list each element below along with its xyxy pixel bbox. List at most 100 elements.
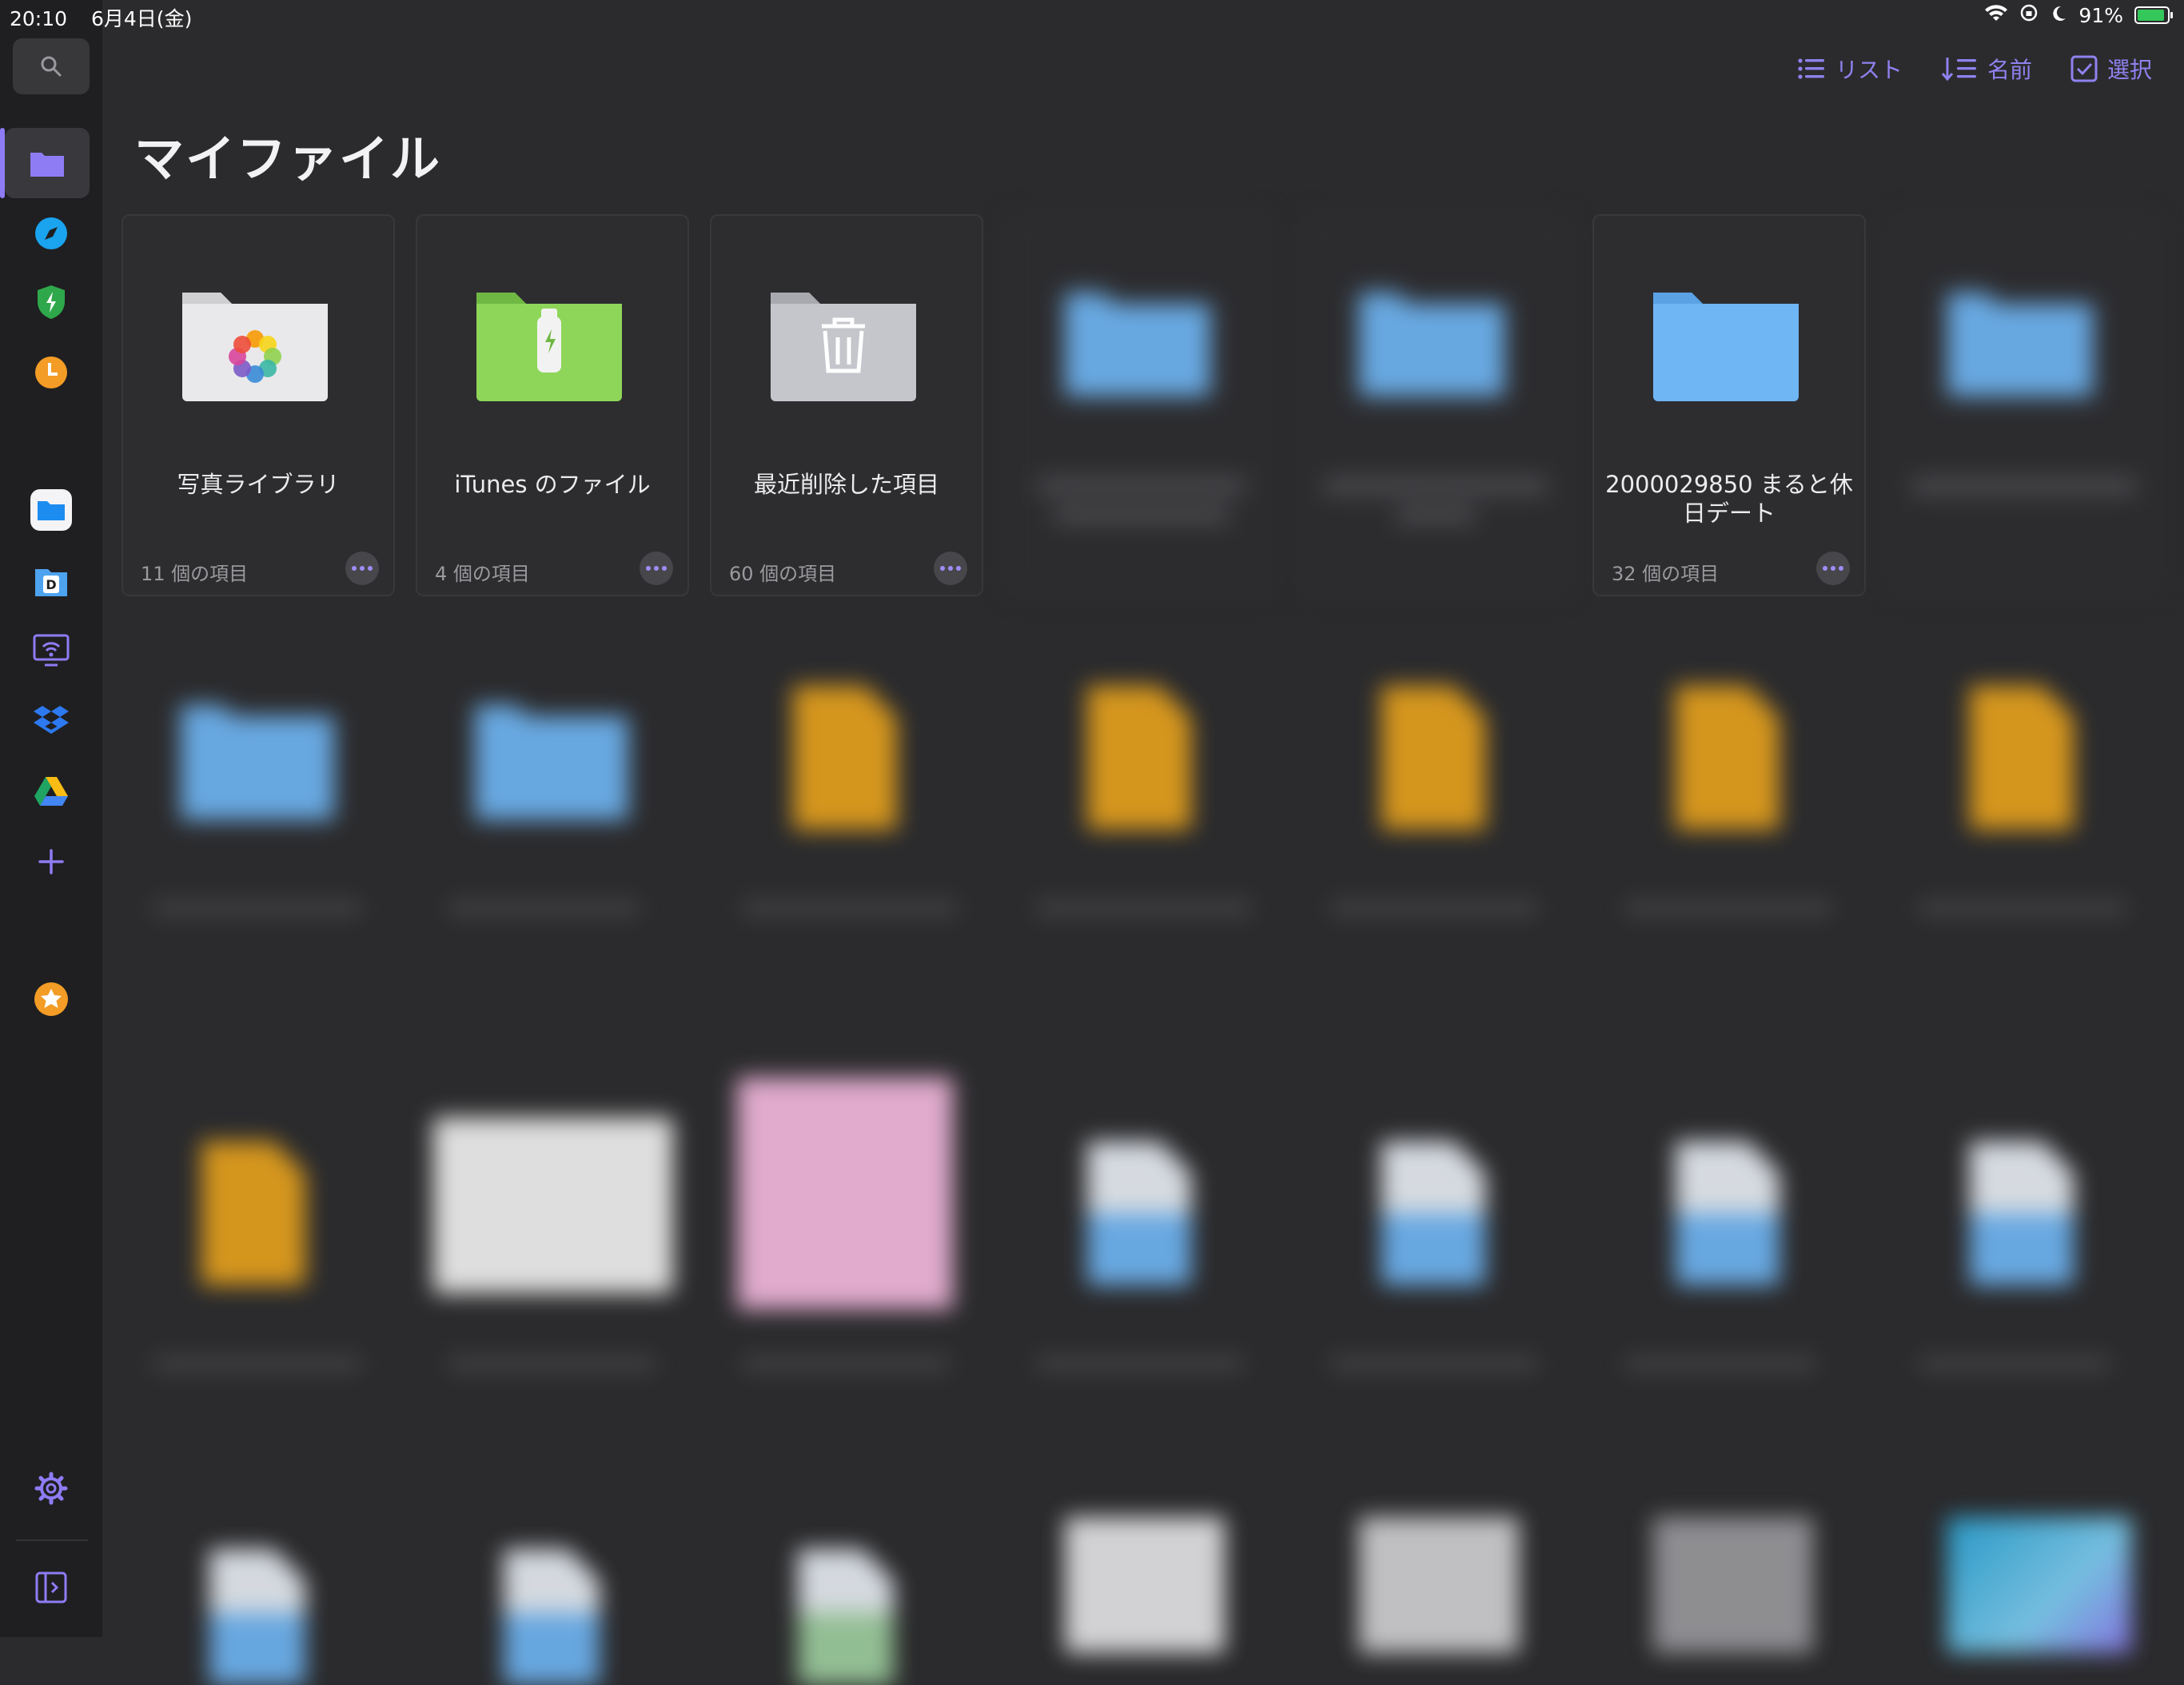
battery-percent: 91% [2078, 3, 2123, 27]
sidebar-toggle-icon [35, 1571, 67, 1603]
battery-icon [2134, 6, 2173, 24]
folder-card-itunes[interactable]: iTunes のファイル 4 個の項目 [416, 214, 689, 596]
file-icon [504, 1549, 600, 1685]
sidebar-toggle-button[interactable] [0, 1552, 102, 1623]
settings-icon [34, 1472, 68, 1505]
moon-icon [2050, 4, 2067, 27]
sidebar-item-wifi-transfer[interactable] [0, 615, 102, 686]
sidebar: D [0, 0, 102, 1637]
sort-icon [1941, 58, 1976, 82]
shield-icon [38, 285, 65, 319]
more-options-button[interactable] [1816, 552, 1850, 585]
select-label: 選択 [2106, 57, 2152, 83]
file-icon [1381, 1141, 1485, 1285]
svg-text:D: D [46, 577, 56, 592]
file-icon [1381, 686, 1485, 830]
file-icon [1676, 686, 1779, 830]
search-icon [41, 56, 62, 77]
file-icon [209, 1549, 305, 1685]
blurred-row-2 [122, 630, 2168, 1030]
more-options-button[interactable] [640, 552, 673, 585]
file-icon [1087, 1141, 1191, 1285]
photos-folder-icon [182, 293, 328, 401]
folder-card-marutokyujitsu[interactable]: 2000029850 まると休日デート 32 個の項目 [1592, 214, 1866, 596]
item-count: 4 個の項目 [435, 563, 530, 585]
folder-icon [1653, 293, 1799, 401]
folder-name: 2000029850 まると休日デート [1605, 471, 1853, 527]
sidebar-item-browser[interactable] [0, 198, 102, 269]
files-app-icon [30, 489, 72, 531]
sidebar-add-button[interactable] [0, 827, 102, 897]
page-title: マイファイル [134, 129, 442, 188]
sidebar-item-documents[interactable]: D [0, 547, 102, 617]
folder-card-photos[interactable]: 写真ライブラリ 11 個の項目 [122, 214, 395, 596]
sidebar-item-my-files[interactable] [0, 128, 90, 198]
folder-icon [1947, 293, 2093, 396]
file-icon [201, 1141, 305, 1285]
clock-icon [35, 357, 67, 388]
favorites-icon [34, 982, 68, 1016]
folder-icon [181, 705, 334, 820]
blurred-row-3 [122, 1046, 2168, 1461]
folder-icon [30, 153, 64, 177]
folder-card-blurred[interactable] [1887, 214, 2160, 596]
file-icon [1087, 686, 1191, 830]
folder-name: iTunes のファイル [454, 471, 651, 498]
sidebar-item-recents[interactable] [0, 337, 102, 408]
checkbox-icon [2070, 55, 2098, 82]
file-icon [793, 686, 897, 830]
blurred-row-4 [122, 1477, 2168, 1685]
wifi-icon [1984, 4, 2008, 27]
itunes-folder-icon [476, 293, 622, 401]
status-time: 20:10 [10, 7, 68, 30]
more-options-button[interactable] [934, 552, 967, 585]
sidebar-item-files-app[interactable] [0, 475, 102, 545]
documents-icon: D [35, 569, 67, 596]
more-options-button[interactable] [345, 552, 379, 585]
sidebar-item-dropbox[interactable] [0, 686, 102, 756]
item-count: 60 個の項目 [729, 563, 837, 585]
sort-label: 名前 [1987, 57, 2032, 83]
compass-icon [35, 217, 67, 249]
item-count: 11 個の項目 [141, 563, 249, 585]
sidebar-item-favorites[interactable] [0, 964, 102, 1034]
status-date: 6月4日(金) [91, 7, 193, 30]
status-bar: 20:10 6月4日(金) 91% [0, 0, 2184, 34]
trash-folder-icon [771, 293, 916, 401]
image-thumbnail [1653, 1517, 1813, 1653]
item-count: 32 個の項目 [1612, 563, 1720, 585]
image-thumbnail [737, 1078, 953, 1309]
select-button[interactable]: 選択 [2070, 53, 2152, 85]
orientation-lock-icon [2019, 3, 2039, 27]
sort-button[interactable]: 名前 [1941, 53, 2032, 85]
folder-name: 写真ライブラリ [177, 471, 340, 498]
sidebar-divider [16, 1540, 88, 1541]
file-icon [1970, 686, 2074, 830]
image-thumbnail [1947, 1517, 2131, 1653]
sidebar-settings-button[interactable] [0, 1453, 102, 1524]
add-icon [38, 849, 64, 874]
list-view-label: リスト [1835, 57, 1903, 83]
sidebar-search-button[interactable] [13, 38, 90, 94]
sidebar-item-google-drive[interactable] [0, 756, 102, 827]
folder-icon [1065, 293, 1210, 396]
folder-icon [1359, 293, 1504, 396]
file-icon [1676, 1141, 1779, 1285]
dropbox-icon [34, 706, 69, 734]
folder-card-recently-deleted[interactable]: 最近削除した項目 60 個の項目 [710, 214, 983, 596]
file-icon [1970, 1141, 2074, 1285]
folder-name: 最近削除した項目 [753, 471, 939, 498]
sidebar-item-vpn[interactable] [0, 267, 102, 337]
google-drive-icon [34, 777, 68, 806]
image-thumbnail [1065, 1517, 1225, 1653]
list-view-button[interactable]: リスト [1797, 53, 1903, 85]
image-thumbnail [1359, 1517, 1519, 1653]
image-thumbnail [433, 1117, 673, 1293]
wifi-transfer-icon [33, 634, 70, 667]
folder-icon [475, 705, 628, 820]
file-icon [798, 1549, 894, 1685]
folder-card-blurred[interactable] [1004, 214, 1277, 596]
folder-card-blurred[interactable] [1298, 214, 1572, 596]
toolbar: リスト 名前 選択 [1797, 53, 2152, 85]
list-icon [1798, 58, 1824, 79]
